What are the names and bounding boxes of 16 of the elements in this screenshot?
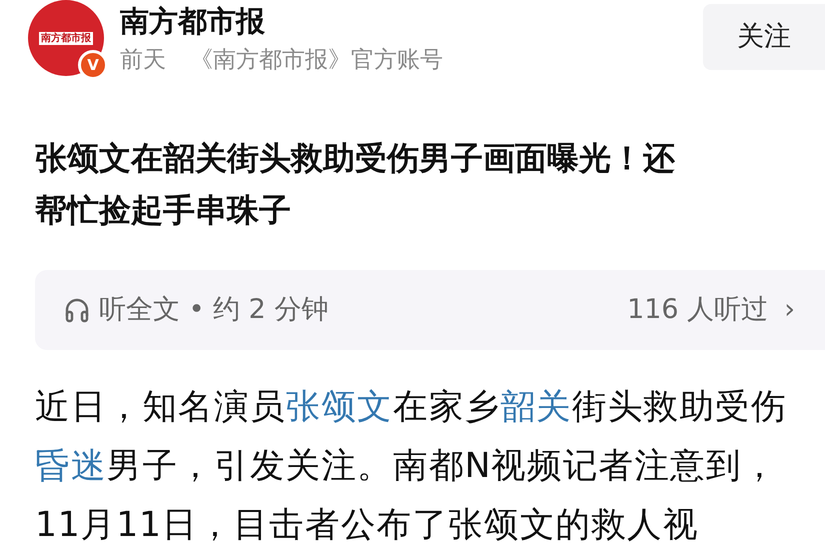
follow-button[interactable]: 关注 bbox=[703, 4, 825, 70]
article-paragraph: 近日，知名演员张颂文在家乡韶关街头救助受伤 昏迷男子，引发关注。南都N视频记者注意到，11月11日，目击者公布了张颂文的救人视 bbox=[34, 386, 788, 546]
keyword-link[interactable]: 昏迷 bbox=[35, 446, 107, 486]
listener-count: 116 人听过 bbox=[627, 292, 768, 327]
verified-badge: V bbox=[78, 50, 108, 80]
keyword-link[interactable]: 韶关 bbox=[500, 387, 572, 427]
account-source: 《南方都市报》官方账号 bbox=[190, 46, 443, 74]
logo-text: 南方都市报 bbox=[39, 32, 93, 44]
keyword-link[interactable]: 张颂文 bbox=[286, 387, 394, 427]
account-name[interactable]: 南方都市报 bbox=[120, 4, 703, 39]
post-time: 前天 bbox=[120, 46, 166, 74]
headphones-icon bbox=[63, 296, 91, 324]
listen-label: 听全文 • 约 2 分钟 bbox=[99, 292, 328, 327]
chevron-icon: › bbox=[784, 290, 795, 330]
listen-bar[interactable]: 听全文 • 约 2 分钟 116 人听过 › bbox=[35, 270, 825, 350]
article-title: 张颂文在韶关街头救助受伤男子画面曝光！还帮忙捡起手串珠子 bbox=[34, 138, 676, 231]
